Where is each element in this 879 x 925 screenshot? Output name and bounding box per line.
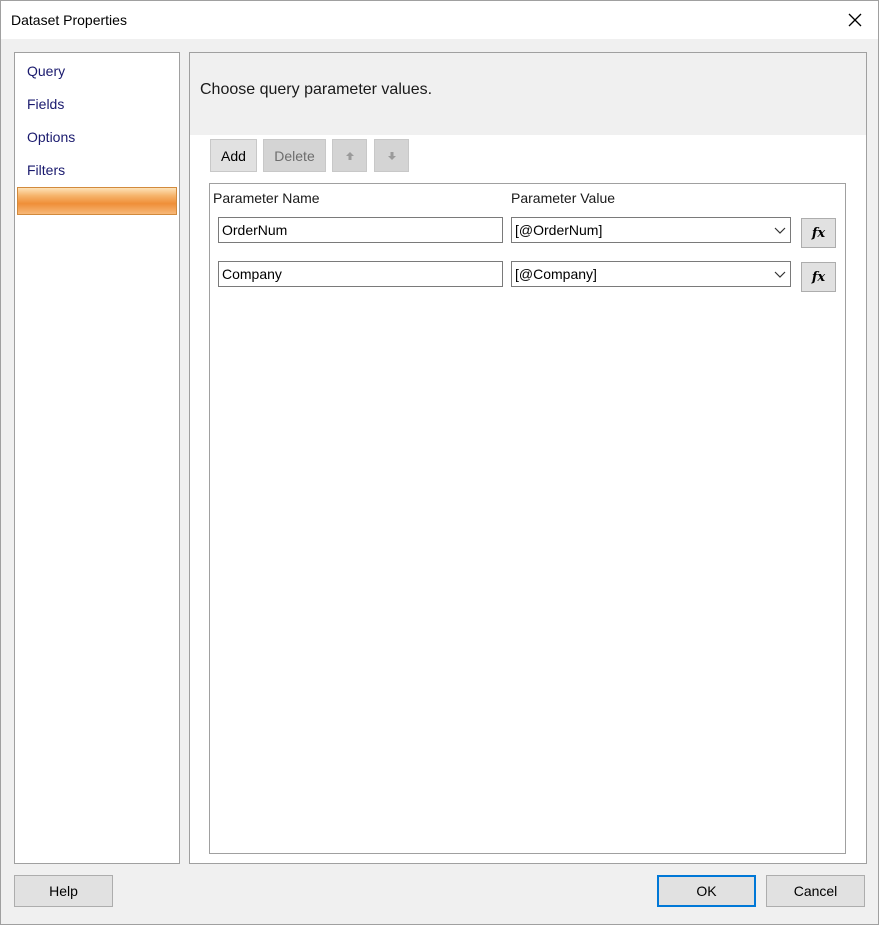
- expression-button[interactable]: fx: [801, 218, 836, 248]
- column-header-parameter-name: Parameter Name: [213, 190, 320, 206]
- nav-item-fields[interactable]: Fields: [27, 96, 64, 112]
- parameter-name-input[interactable]: Company: [218, 261, 503, 287]
- nav-panel: Query Fields Options Filters: [14, 52, 180, 864]
- column-header-parameter-value: Parameter Value: [511, 190, 616, 206]
- close-icon: [848, 13, 862, 27]
- ok-button[interactable]: OK: [657, 875, 756, 907]
- expression-button[interactable]: fx: [801, 262, 836, 292]
- add-button[interactable]: Add: [210, 139, 257, 172]
- move-down-button[interactable]: [374, 139, 409, 172]
- close-button[interactable]: [840, 5, 870, 35]
- parameter-value-dropdown[interactable]: [@OrderNum]: [511, 217, 791, 243]
- cancel-button[interactable]: Cancel: [766, 875, 865, 907]
- chevron-down-icon: [774, 271, 786, 278]
- parameter-value-text: [@OrderNum]: [515, 222, 603, 238]
- parameter-value-dropdown[interactable]: [@Company]: [511, 261, 791, 287]
- nav-item-query[interactable]: Query: [27, 63, 65, 79]
- parameter-value-text: [@Company]: [515, 266, 597, 282]
- help-button[interactable]: Help: [14, 875, 113, 907]
- page-heading: Choose query parameter values.: [200, 81, 433, 98]
- title-bar: Dataset Properties: [1, 1, 878, 39]
- content-header: Choose query parameter values.: [190, 53, 866, 135]
- dataset-properties-dialog: Dataset Properties Query Fields Options …: [0, 0, 879, 925]
- nav-item-parameters-selected[interactable]: [17, 187, 177, 215]
- delete-button[interactable]: Delete: [263, 139, 326, 172]
- move-up-button[interactable]: [332, 139, 367, 172]
- arrow-up-icon: [345, 151, 354, 160]
- nav-item-filters[interactable]: Filters: [27, 162, 65, 178]
- parameters-grid: Parameter Name Parameter Value OrderNum …: [209, 183, 846, 854]
- parameter-name-input[interactable]: OrderNum: [218, 217, 503, 243]
- chevron-down-icon: [774, 227, 786, 234]
- content-panel: Choose query parameter values. Add Delet…: [189, 52, 867, 864]
- nav-item-options[interactable]: Options: [27, 129, 75, 145]
- arrow-down-icon: [387, 151, 396, 160]
- window-title: Dataset Properties: [11, 12, 127, 28]
